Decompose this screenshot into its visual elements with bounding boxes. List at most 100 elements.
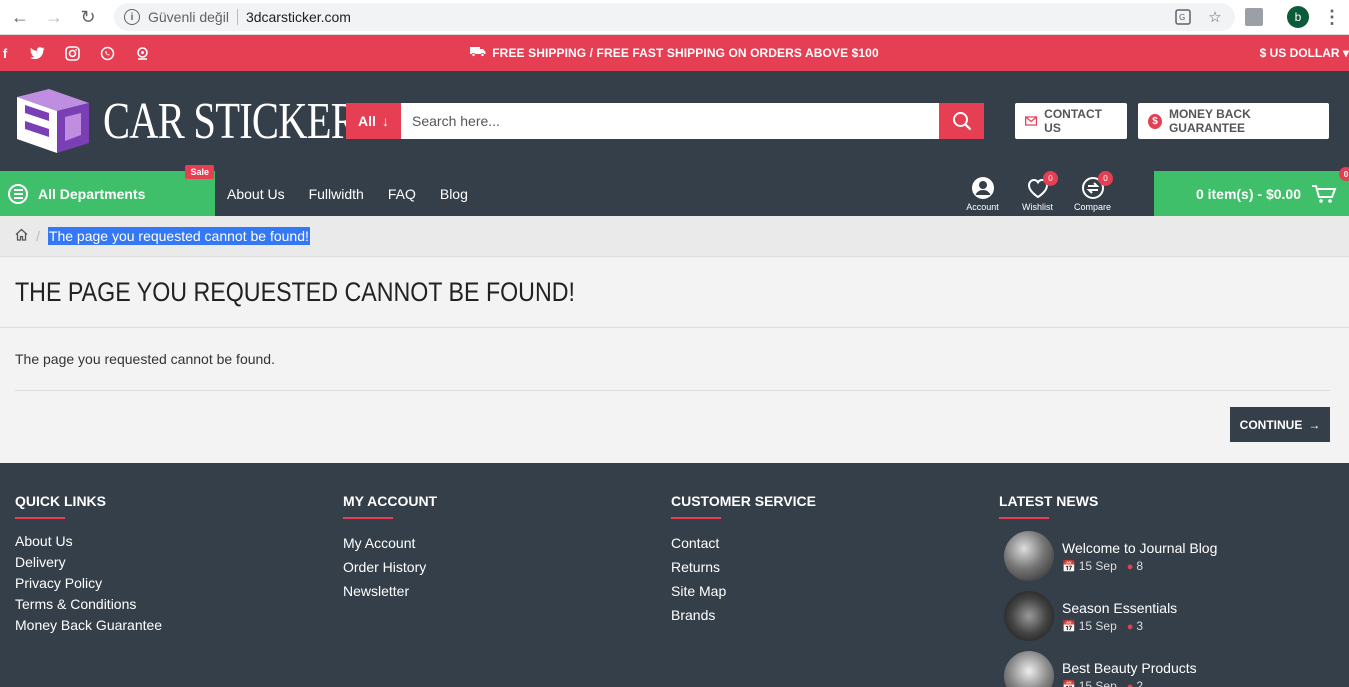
- browser-toolbar: ← → ↻ i Güvenli değil 3dcarsticker.com G…: [0, 0, 1349, 35]
- footer-quick-links: QUICK LINKS About Us Delivery Privacy Po…: [15, 493, 343, 687]
- currency-selector[interactable]: $ US DOLLAR ▾: [1149, 46, 1349, 60]
- cart-icon: [1312, 184, 1337, 203]
- news-item[interactable]: Season Essentials 📅 15 Sep ● 3: [1004, 591, 1327, 641]
- facebook-icon[interactable]: f: [0, 46, 10, 61]
- menu-link-about[interactable]: About Us: [227, 186, 285, 202]
- footer-heading: LATEST NEWS: [999, 493, 1099, 509]
- money-back-button[interactable]: $ MONEY BACK GUARANTEE: [1138, 103, 1329, 139]
- sale-badge: Sale: [185, 165, 214, 179]
- footer-link[interactable]: Delivery: [15, 552, 343, 573]
- breadcrumb-current[interactable]: The page you requested cannot be found!: [47, 227, 310, 245]
- menu-link-faq[interactable]: FAQ: [388, 186, 416, 202]
- all-departments-button[interactable]: All Departments Sale: [0, 165, 215, 216]
- money-back-label: MONEY BACK GUARANTEE: [1168, 107, 1251, 135]
- footer-link[interactable]: About Us: [15, 531, 343, 552]
- footer-link[interactable]: Returns: [671, 555, 999, 579]
- continue-button[interactable]: CONTINUE →: [1230, 407, 1330, 442]
- site-header: CAR STICKER All ↓ CONTACT US $ MONEY BAC…: [0, 71, 1349, 171]
- site-footer: QUICK LINKS About Us Delivery Privacy Po…: [0, 463, 1349, 687]
- info-icon[interactable]: i: [124, 9, 140, 25]
- footer-link[interactable]: Money Back Guarantee: [15, 615, 343, 636]
- translate-icon[interactable]: G: [1173, 7, 1193, 27]
- search-icon: [952, 112, 971, 131]
- address-bar[interactable]: i Güvenli değil 3dcarsticker.com G ☆: [114, 3, 1235, 31]
- url-text[interactable]: 3dcarsticker.com: [246, 9, 1161, 25]
- footer-link[interactable]: Site Map: [671, 579, 999, 603]
- whatsapp-icon[interactable]: [100, 46, 115, 61]
- footer-heading: CUSTOMER SERVICE: [671, 493, 816, 509]
- support-icon[interactable]: [135, 46, 150, 61]
- menu-kebab-icon[interactable]: ⋮: [1323, 7, 1341, 28]
- search-category-label: All: [358, 113, 376, 129]
- menu-links: About Us Fullwidth FAQ Blog: [227, 186, 468, 202]
- star-icon[interactable]: ☆: [1205, 7, 1225, 27]
- reload-icon[interactable]: ↻: [76, 5, 100, 29]
- cart-count-badge: 0: [1339, 167, 1349, 181]
- security-label: Güvenli değil: [148, 9, 229, 25]
- heading-underline: [671, 517, 721, 519]
- footer-link[interactable]: Terms & Conditions: [15, 594, 343, 615]
- news-date: 15 Sep: [1078, 558, 1117, 573]
- account-button[interactable]: Account: [955, 171, 1010, 216]
- news-thumbnail[interactable]: [1004, 591, 1054, 641]
- footer-link[interactable]: Brands: [671, 603, 999, 627]
- cart-button[interactable]: 0 item(s) - $0.00 0: [1154, 167, 1349, 216]
- footer-link[interactable]: Newsletter: [343, 579, 671, 603]
- calendar-icon: 📅: [1062, 560, 1076, 573]
- news-date: 15 Sep: [1078, 618, 1117, 633]
- heading-underline: [343, 517, 393, 519]
- page-title: THE PAGE YOU REQUESTED CANNOT BE FOUND!: [15, 276, 575, 307]
- instagram-icon[interactable]: [65, 45, 80, 61]
- arrow-down-icon: ↓: [381, 113, 389, 129]
- comment-icon: ●: [1126, 680, 1134, 687]
- profile-avatar[interactable]: b: [1287, 6, 1309, 28]
- news-thumbnail[interactable]: [1004, 531, 1054, 581]
- footer-my-account: MY ACCOUNT My Account Order History News…: [343, 493, 671, 687]
- main-menu: All Departments Sale About Us Fullwidth …: [0, 165, 1349, 216]
- home-icon[interactable]: [15, 228, 28, 244]
- search-category-dropdown[interactable]: All ↓: [346, 103, 401, 139]
- footer-heading: MY ACCOUNT: [343, 493, 438, 509]
- news-item[interactable]: Welcome to Journal Blog 📅 15 Sep ● 8: [1004, 531, 1327, 581]
- forward-icon[interactable]: →: [42, 5, 66, 29]
- arrow-right-icon: →: [1308, 417, 1321, 432]
- heading-underline: [15, 517, 65, 519]
- twitter-icon[interactable]: [30, 46, 45, 61]
- news-title[interactable]: Best Beauty Products: [1062, 660, 1197, 676]
- footer-link[interactable]: Privacy Policy: [15, 573, 343, 594]
- news-meta: 📅 15 Sep ● 8: [1062, 559, 1217, 573]
- button-row: CONTINUE →: [15, 391, 1330, 463]
- menu-link-fullwidth[interactable]: Fullwidth: [309, 186, 364, 202]
- comment-icon: ●: [1126, 620, 1134, 633]
- news-item[interactable]: Best Beauty Products 📅 15 Sep ● 2: [1004, 651, 1327, 687]
- extension-icon[interactable]: [1245, 8, 1263, 26]
- shipping-promo: FREE SHIPPING / FREE FAST SHIPPING ON OR…: [470, 46, 879, 60]
- menu-icon: [8, 183, 28, 204]
- news-title[interactable]: Season Essentials: [1062, 600, 1177, 616]
- svg-text:G: G: [1179, 13, 1185, 22]
- divider: [236, 9, 238, 25]
- search-input[interactable]: [401, 103, 939, 139]
- menu-link-blog[interactable]: Blog: [440, 186, 468, 202]
- wishlist-label: Wishlist: [1022, 201, 1053, 212]
- page-title-bar: THE PAGE YOU REQUESTED CANNOT BE FOUND!: [0, 257, 1349, 328]
- footer-customer-service: CUSTOMER SERVICE Contact Returns Site Ma…: [671, 493, 999, 687]
- news-title[interactable]: Welcome to Journal Blog: [1062, 540, 1217, 556]
- compare-button[interactable]: Compare 0: [1065, 171, 1120, 216]
- news-thumbnail[interactable]: [1004, 651, 1054, 687]
- footer-link[interactable]: My Account: [343, 531, 671, 555]
- footer-link[interactable]: Contact: [671, 531, 999, 555]
- calendar-icon: 📅: [1062, 680, 1076, 687]
- footer-link[interactable]: Order History: [343, 555, 671, 579]
- contact-us-button[interactable]: CONTACT US: [1015, 103, 1127, 139]
- wishlist-button[interactable]: Wishlist 0: [1010, 171, 1065, 216]
- site-logo[interactable]: CAR STICKER: [15, 86, 358, 156]
- header-icons: Account Wishlist 0 Compare 0: [955, 171, 1120, 216]
- continue-label: CONTINUE: [1239, 417, 1303, 432]
- promo-text: FREE SHIPPING / FREE FAST SHIPPING ON OR…: [492, 46, 879, 60]
- back-icon[interactable]: ←: [8, 5, 32, 29]
- logo-3d-icon: [15, 87, 95, 155]
- wishlist-count-badge: 0: [1043, 171, 1058, 186]
- search-button[interactable]: [939, 103, 984, 139]
- cart-summary: 0 item(s) - $0.00: [1195, 185, 1301, 202]
